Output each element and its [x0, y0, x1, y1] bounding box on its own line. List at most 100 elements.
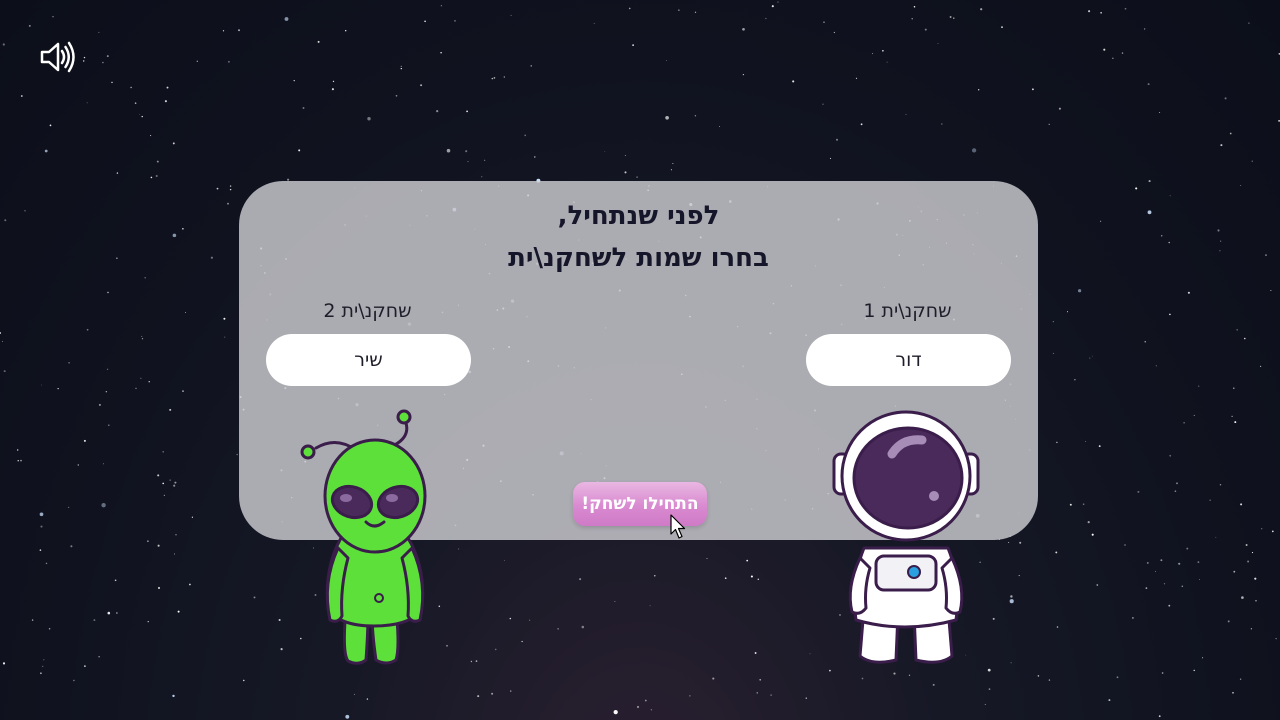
star [367, 117, 371, 121]
star [746, 559, 749, 562]
star [84, 665, 86, 667]
star [1058, 107, 1061, 110]
star [106, 368, 109, 370]
star [458, 548, 460, 550]
star [1224, 97, 1227, 100]
star [1031, 88, 1034, 91]
star [941, 123, 943, 125]
star [1112, 57, 1114, 59]
star [156, 160, 159, 163]
star [40, 525, 43, 528]
star [98, 403, 101, 406]
star [182, 390, 184, 392]
star [1251, 160, 1253, 162]
star [139, 113, 141, 115]
star [1085, 441, 1086, 443]
star [1091, 355, 1093, 357]
star [105, 391, 107, 393]
star [331, 88, 334, 91]
star [1186, 547, 1189, 550]
star [166, 86, 169, 89]
star [43, 659, 45, 661]
star [911, 17, 913, 20]
star [694, 115, 697, 117]
star [1052, 352, 1054, 354]
star [116, 612, 118, 614]
star [223, 317, 226, 320]
star [628, 7, 631, 10]
star [1056, 626, 1059, 628]
star [2, 43, 5, 46]
star [886, 61, 888, 63]
star [809, 653, 811, 655]
star [1037, 675, 1040, 677]
star [424, 20, 426, 23]
star [229, 188, 232, 191]
star [1089, 357, 1091, 359]
star [1251, 552, 1254, 554]
star [1227, 620, 1230, 623]
star [524, 134, 527, 137]
star [141, 335, 143, 337]
star [150, 176, 153, 179]
star [436, 110, 439, 113]
star [465, 150, 468, 153]
astronaut-character[interactable] [830, 408, 982, 670]
star [1098, 445, 1101, 448]
star [83, 439, 86, 442]
start-game-button[interactable]: התחילו לשחק! [573, 482, 707, 526]
star [1245, 544, 1248, 546]
star [1247, 560, 1250, 563]
star [1270, 290, 1272, 291]
star [169, 479, 171, 481]
star [765, 17, 767, 20]
star [174, 553, 175, 555]
star [1088, 10, 1091, 13]
star [48, 627, 51, 630]
star [175, 534, 177, 536]
star [467, 161, 469, 163]
star [101, 503, 106, 508]
star [1236, 329, 1238, 331]
star [719, 126, 720, 127]
star [971, 148, 977, 153]
player-1-name-input[interactable] [806, 334, 1011, 386]
star [134, 102, 137, 104]
star [1096, 584, 1099, 586]
star [466, 110, 469, 113]
star [579, 578, 582, 581]
star [759, 678, 762, 681]
star [147, 620, 149, 623]
star [182, 228, 184, 230]
star [1239, 678, 1242, 680]
star [1169, 454, 1172, 457]
star [724, 577, 727, 580]
star [1009, 599, 1014, 604]
star [400, 65, 402, 67]
star [1275, 638, 1277, 640]
star [624, 155, 626, 156]
star [503, 76, 505, 78]
star [173, 484, 176, 487]
sound-toggle-button[interactable] [38, 40, 76, 74]
star [1169, 313, 1171, 316]
star [93, 619, 96, 622]
star [102, 61, 104, 64]
star [293, 80, 295, 82]
star [70, 545, 73, 548]
star [114, 579, 117, 582]
star [860, 123, 863, 126]
star [1048, 123, 1050, 126]
star [712, 677, 715, 680]
star [672, 163, 674, 165]
star [67, 506, 70, 509]
star [107, 291, 109, 294]
star [1217, 229, 1220, 232]
star [49, 124, 52, 127]
star [477, 695, 480, 698]
player-2-label: שחקנ\ית 2 [323, 300, 412, 322]
star [1244, 337, 1246, 340]
alien-character[interactable] [296, 408, 442, 670]
star [1219, 250, 1221, 252]
player-2-name-input[interactable] [266, 334, 471, 386]
